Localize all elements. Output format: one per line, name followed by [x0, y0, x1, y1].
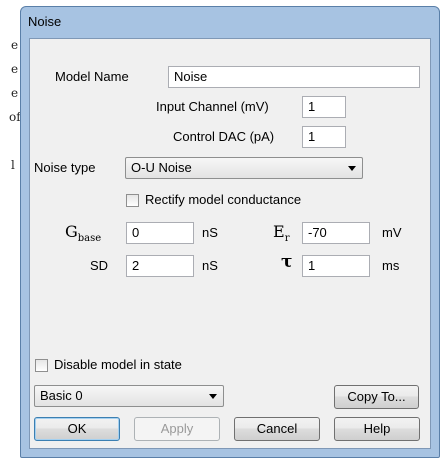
state-value: Basic 0 — [40, 388, 83, 403]
copy-to-button[interactable]: Copy To... — [334, 385, 419, 409]
noise-type-dropdown[interactable]: O-U Noise — [125, 157, 363, 179]
er-label: Er — [273, 222, 289, 244]
noise-type-value: O-U Noise — [131, 160, 192, 175]
er-unit: mV — [382, 225, 402, 240]
cancel-button[interactable]: Cancel — [234, 417, 320, 441]
input-channel-input[interactable]: 1 — [302, 96, 346, 118]
noise-type-label: Noise type — [34, 160, 96, 175]
er-subscript: r — [284, 233, 290, 245]
gbase-input[interactable]: 0 — [126, 222, 194, 244]
chevron-down-icon — [348, 166, 356, 171]
sd-input[interactable]: 2 — [126, 255, 194, 277]
state-dropdown[interactable]: Basic 0 — [34, 385, 224, 407]
er-symbol: E — [273, 222, 285, 241]
gbase-label: Gbase — [65, 222, 101, 244]
er-input[interactable]: -70 — [302, 222, 370, 244]
control-dac-input[interactable]: 1 — [302, 126, 346, 148]
control-dac-label: Control DAC (pA) — [173, 129, 275, 144]
input-channel-label: Input Channel (mV) — [156, 99, 269, 114]
rectify-checkbox[interactable] — [126, 194, 139, 207]
model-name-input[interactable]: Noise — [168, 66, 420, 88]
tau-input[interactable]: 1 — [302, 255, 370, 277]
tau-label: τ — [281, 252, 293, 272]
title-bar[interactable]: Noise — [21, 7, 439, 37]
disable-model-checkbox[interactable] — [35, 359, 48, 372]
tau-unit: ms — [382, 258, 400, 273]
ok-button[interactable]: OK — [34, 417, 120, 441]
rectify-label: Rectify model conductance — [145, 192, 302, 207]
window-title: Noise — [28, 14, 62, 29]
noise-dialog: Noise Model Name Noise Input Channel (mV… — [20, 6, 440, 458]
model-name-label: Model Name — [55, 69, 129, 84]
sd-label: SD — [90, 258, 109, 273]
dialog-body: Model Name Noise Input Channel (mV) 1 Co… — [29, 38, 431, 449]
background-text-fragment: e — [11, 86, 19, 100]
help-button[interactable]: Help — [334, 417, 420, 441]
sd-unit: nS — [202, 258, 218, 273]
background-text-fragment: of — [9, 110, 21, 124]
background-text-fragment: e — [11, 62, 19, 76]
background-text-fragment: l — [11, 158, 15, 172]
background-text-fragment: e — [11, 38, 19, 52]
gbase-symbol: G — [65, 222, 78, 241]
chevron-down-icon — [209, 394, 217, 399]
gbase-unit: nS — [202, 225, 218, 240]
disable-model-label: Disable model in state — [54, 357, 182, 372]
apply-button[interactable]: Apply — [134, 417, 220, 441]
background-document: e e e of l — [0, 0, 21, 461]
gbase-subscript: base — [77, 233, 102, 245]
